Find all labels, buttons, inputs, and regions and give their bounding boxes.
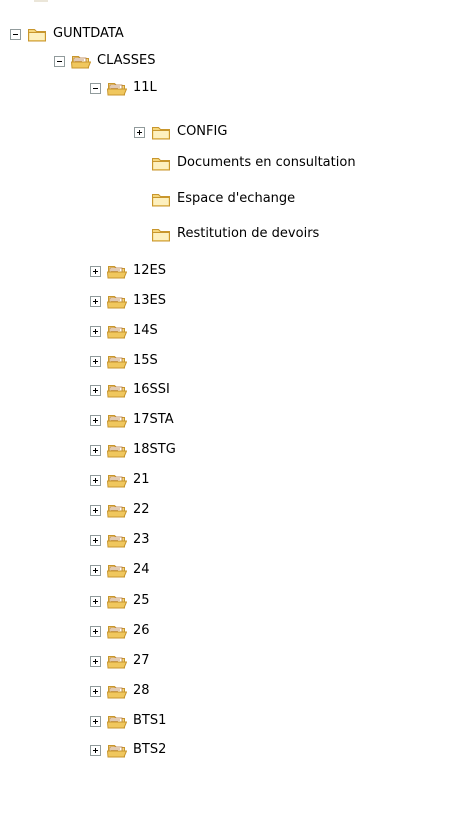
node-label: GUNTDATA xyxy=(53,26,124,41)
node-label: 27 xyxy=(133,653,150,668)
folder-closed-icon xyxy=(152,194,170,207)
tree-node-documents-en-consultation[interactable]: Documents en consultation xyxy=(134,151,356,175)
node-label: CLASSES xyxy=(97,53,156,68)
expand-toggle[interactable] xyxy=(90,325,101,337)
expand-toggle[interactable] xyxy=(90,744,101,756)
node-label: 17STA xyxy=(133,412,174,427)
folder-open-icon xyxy=(107,326,127,339)
tree-node-config[interactable]: CONFIG xyxy=(134,120,227,144)
expand-toggle[interactable] xyxy=(90,474,101,486)
tree-node-25[interactable]: 25 xyxy=(90,589,150,613)
expand-toggle[interactable] xyxy=(90,715,101,727)
tree-node-12es[interactable]: 12ES xyxy=(90,259,166,283)
expand-toggle[interactable] xyxy=(90,295,101,307)
expand-toggle[interactable] xyxy=(90,384,101,396)
folder-closed-icon xyxy=(28,29,46,42)
folder-open-icon xyxy=(107,296,127,309)
expand-toggle[interactable] xyxy=(90,625,101,637)
folder-open-icon xyxy=(107,716,127,729)
folder-open-icon xyxy=(107,745,127,758)
tree-node-14s[interactable]: 14S xyxy=(90,319,158,343)
folder-open-icon xyxy=(71,56,91,69)
node-label: 28 xyxy=(133,683,150,698)
expand-toggle[interactable] xyxy=(90,685,101,697)
node-label: BTS2 xyxy=(133,742,167,757)
expand-toggle[interactable] xyxy=(90,534,101,546)
expand-toggle[interactable] xyxy=(90,564,101,576)
tree-node-24[interactable]: 24 xyxy=(90,558,150,582)
node-label: 11L xyxy=(133,80,157,95)
folder-open-icon xyxy=(107,656,127,669)
folder-open-icon xyxy=(107,445,127,458)
folder-open-icon xyxy=(107,415,127,428)
node-label: 18STG xyxy=(133,442,176,457)
node-label: 23 xyxy=(133,532,150,547)
expand-toggle[interactable] xyxy=(90,414,101,426)
folder-closed-icon xyxy=(152,127,170,140)
node-label: Restitution de devoirs xyxy=(177,226,320,241)
tree-node-15s[interactable]: 15S xyxy=(90,349,158,373)
tree-node-classes[interactable]: CLASSES xyxy=(54,49,155,73)
expand-toggle[interactable] xyxy=(90,444,101,456)
tree-node-27[interactable]: 27 xyxy=(90,649,150,673)
node-label: 26 xyxy=(133,623,150,638)
node-label: 15S xyxy=(133,353,158,368)
tree-node-16ssi[interactable]: 16SSI xyxy=(90,378,170,402)
tree-node-guntdata[interactable]: GUNTDATA xyxy=(10,22,124,46)
folder-open-icon xyxy=(107,626,127,639)
folder-open-icon xyxy=(107,686,127,699)
collapse-toggle[interactable] xyxy=(10,28,21,40)
node-label: 16SSI xyxy=(133,382,170,397)
folder-open-icon xyxy=(107,475,127,488)
folder-open-icon xyxy=(107,83,127,96)
node-label: 14S xyxy=(133,323,158,338)
folder-open-icon xyxy=(107,535,127,548)
expand-toggle[interactable] xyxy=(90,655,101,667)
folder-open-icon xyxy=(107,505,127,518)
tree-top-edge xyxy=(34,0,48,2)
tree-node-21[interactable]: 21 xyxy=(90,468,150,492)
tree-node-restitution-de-devoirs[interactable]: Restitution de devoirs xyxy=(134,222,319,246)
folder-open-icon xyxy=(107,565,127,578)
node-label: 21 xyxy=(133,472,150,487)
tree-node-17sta[interactable]: 17STA xyxy=(90,408,174,432)
node-label: Espace d'echange xyxy=(177,191,296,206)
tree-node-26[interactable]: 26 xyxy=(90,619,150,643)
collapse-toggle[interactable] xyxy=(54,55,65,67)
node-label: 25 xyxy=(133,593,150,608)
tree-node-13es[interactable]: 13ES xyxy=(90,289,166,313)
expand-toggle[interactable] xyxy=(134,126,145,138)
expand-toggle[interactable] xyxy=(90,504,101,516)
tree-node-22[interactable]: 22 xyxy=(90,498,150,522)
tree-node-23[interactable]: 23 xyxy=(90,528,150,552)
expand-toggle[interactable] xyxy=(90,595,101,607)
expand-toggle[interactable] xyxy=(90,355,101,367)
folder-closed-icon xyxy=(152,229,170,242)
collapse-toggle[interactable] xyxy=(90,82,101,94)
tree-node-11l[interactable]: 11L xyxy=(90,76,157,100)
tree-node-espace-d-echange[interactable]: Espace d'echange xyxy=(134,187,295,211)
folder-open-icon xyxy=(107,596,127,609)
node-label: 13ES xyxy=(133,293,167,308)
node-label: CONFIG xyxy=(177,124,228,139)
tree-node-18stg[interactable]: 18STG xyxy=(90,438,176,462)
tree-node-bts2[interactable]: BTS2 xyxy=(90,738,166,762)
expand-toggle[interactable] xyxy=(90,265,101,277)
node-label: 22 xyxy=(133,502,150,517)
folder-closed-icon xyxy=(152,158,170,171)
tree-node-28[interactable]: 28 xyxy=(90,679,150,703)
folder-open-icon xyxy=(107,385,127,398)
folder-open-icon xyxy=(107,266,127,279)
tree-node-bts1[interactable]: BTS1 xyxy=(90,709,166,733)
node-label: BTS1 xyxy=(133,713,167,728)
folder-open-icon xyxy=(107,356,127,369)
node-label: 24 xyxy=(133,562,150,577)
node-label: Documents en consultation xyxy=(177,155,356,170)
folder-tree: GUNTDATA CLASSES 11L CONFIG Documents en… xyxy=(0,0,459,824)
node-label: 12ES xyxy=(133,263,167,278)
